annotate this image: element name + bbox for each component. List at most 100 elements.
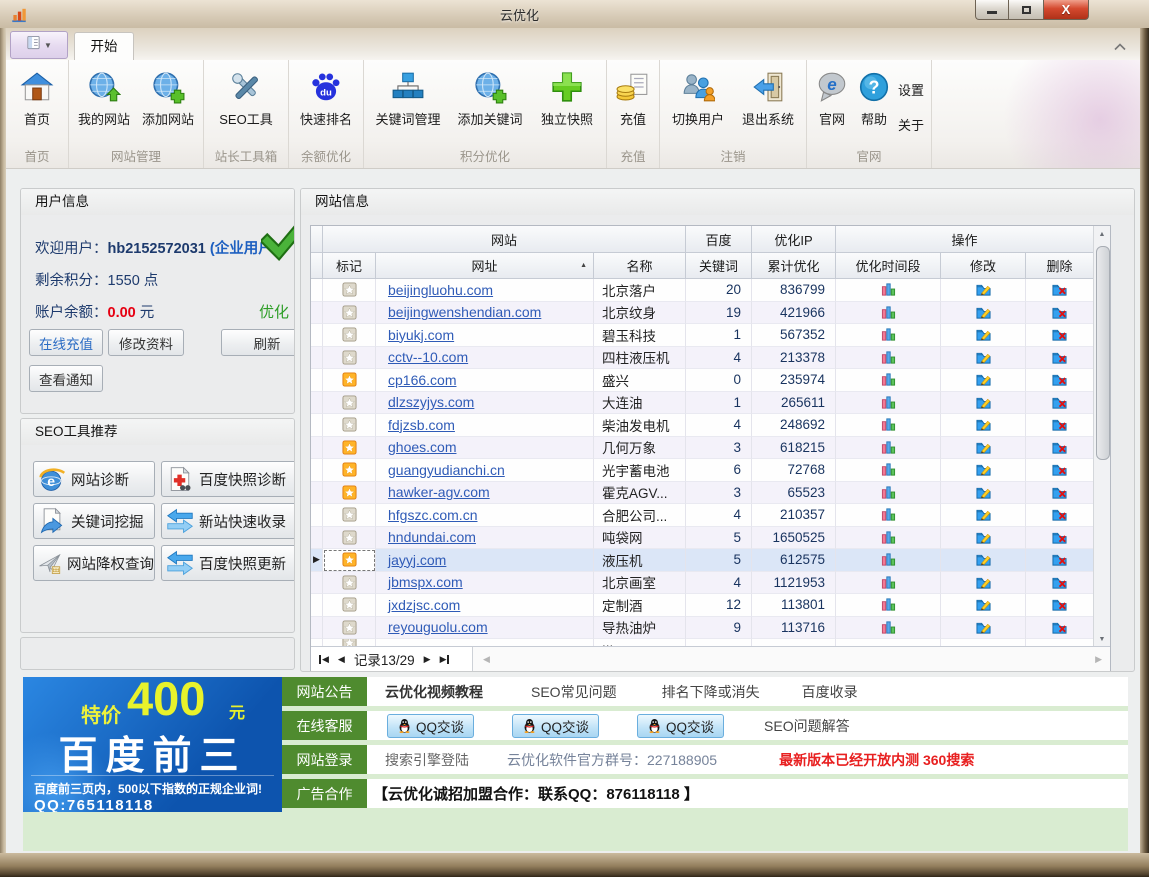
seo-tool-button-关键词挖掘[interactable]: 关键词挖掘	[33, 503, 155, 539]
delete-cell[interactable]	[1026, 279, 1094, 302]
edit-cell[interactable]	[941, 279, 1026, 302]
time-chart-cell[interactable]	[836, 482, 941, 505]
column-header[interactable]: 累计优化	[752, 253, 836, 279]
delete-cell[interactable]	[1026, 617, 1094, 640]
seo-tool-button-百度快照更新[interactable]: 百度快照更新	[161, 545, 295, 581]
login-item[interactable]: 搜索引擎登陆	[385, 750, 469, 770]
table-row[interactable]: beijingwenshendian.com北京纹身19421966	[311, 302, 1110, 325]
delete-cell[interactable]	[1026, 504, 1094, 527]
announce-link[interactable]: SEO常见问题	[531, 682, 617, 702]
star-flag-cell[interactable]	[323, 437, 376, 460]
time-chart-cell[interactable]	[836, 369, 941, 392]
star-flag-cell[interactable]	[323, 414, 376, 437]
delete-cell[interactable]	[1026, 572, 1094, 595]
delete-cell[interactable]	[1026, 347, 1094, 370]
table-row[interactable]: hfgszc.com.cn合肥公司...4210357	[311, 504, 1110, 527]
column-header[interactable]: 标记	[323, 253, 376, 279]
seo-tool-button-网站降权查询[interactable]: 网站降权查询	[33, 545, 155, 581]
star-flag-cell[interactable]	[323, 504, 376, 527]
prev-page-button[interactable]: ◀	[338, 654, 345, 665]
vertical-scrollbar[interactable]: ▲▼	[1093, 226, 1110, 647]
edit-cell[interactable]	[941, 302, 1026, 325]
star-flag-cell[interactable]	[323, 527, 376, 550]
edit-cell[interactable]	[941, 617, 1026, 640]
tab-start[interactable]: 开始	[74, 32, 134, 61]
table-row[interactable]: cctv--10.com四柱液压机4213378	[311, 347, 1110, 370]
seo-tool-button-网站诊断[interactable]: e网站诊断	[33, 461, 155, 497]
last-page-button[interactable]: ▶	[440, 654, 450, 665]
site-url-cell[interactable]: biyukj.com	[376, 324, 594, 347]
hscroll-right-icon[interactable]: ▶	[1095, 654, 1102, 665]
time-chart-cell[interactable]	[836, 594, 941, 617]
column-header[interactable]: 百度	[686, 226, 752, 253]
star-flag-cell[interactable]	[323, 459, 376, 482]
ribbon-button-添加关键词[interactable]: 添加关键词	[449, 66, 531, 128]
site-url-cell[interactable]: jayyj.com	[376, 549, 594, 572]
qq-chat-button[interactable]: QQ交谈	[637, 714, 724, 738]
close-button[interactable]: X	[1043, 0, 1089, 20]
ribbon-button-快速排名[interactable]: du快速排名	[292, 66, 360, 128]
ribbon-button-添加网站[interactable]: 添加网站	[136, 66, 200, 128]
next-page-button[interactable]: ▶	[424, 654, 431, 665]
star-flag-cell[interactable]	[323, 594, 376, 617]
edit-cell[interactable]	[941, 369, 1026, 392]
table-row[interactable]: ▶jayyj.com液压机5612575	[311, 549, 1110, 572]
delete-cell[interactable]	[1026, 482, 1094, 505]
table-row[interactable]: jxdzjsc.com定制酒12113801	[311, 594, 1110, 617]
time-chart-cell[interactable]	[836, 549, 941, 572]
column-header[interactable]: 优化IP	[752, 226, 836, 253]
time-chart-cell[interactable]	[836, 392, 941, 415]
time-chart-cell[interactable]	[836, 617, 941, 640]
time-chart-cell[interactable]	[836, 279, 941, 302]
delete-cell[interactable]	[1026, 594, 1094, 617]
ribbon-button-设置[interactable]: 设置	[894, 78, 928, 101]
column-header[interactable]: 网址▲	[376, 253, 594, 279]
table-row[interactable]: reyouguolu.com导热油炉9113716	[311, 617, 1110, 640]
view-notice-button[interactable]: 查看通知	[29, 365, 103, 392]
site-url-cell[interactable]: beijingluohu.com	[376, 279, 594, 302]
seo-tool-button-百度快照诊断[interactable]: 百度快照诊断	[161, 461, 295, 497]
edit-cell[interactable]	[941, 347, 1026, 370]
edit-cell[interactable]	[941, 572, 1026, 595]
first-page-button[interactable]: ◀	[319, 654, 329, 665]
site-url-cell[interactable]: hndundai.com	[376, 527, 594, 550]
delete-cell[interactable]	[1026, 392, 1094, 415]
scrollbar-thumb[interactable]	[1096, 246, 1110, 460]
edit-profile-button[interactable]: 修改资料	[108, 329, 184, 356]
site-url-cell[interactable]: hawker-agv.com	[376, 482, 594, 505]
site-url-cell[interactable]: ghoes.com	[376, 437, 594, 460]
edit-cell[interactable]	[941, 324, 1026, 347]
star-flag-cell[interactable]	[323, 617, 376, 640]
ribbon-button-首页[interactable]: 首页	[9, 66, 65, 128]
star-flag-cell[interactable]	[323, 302, 376, 325]
delete-cell[interactable]	[1026, 414, 1094, 437]
ribbon-button-关于[interactable]: 关于	[894, 113, 928, 136]
table-row[interactable]: guangyudianchi.cn光宇蓄电池672768	[311, 459, 1110, 482]
table-row[interactable]: ghoes.com几何万象3618215	[311, 437, 1110, 460]
hscroll-left-icon[interactable]: ◀	[483, 654, 490, 665]
ribbon-button-帮助[interactable]: ?帮助	[854, 66, 894, 128]
time-chart-cell[interactable]	[836, 414, 941, 437]
star-flag-cell[interactable]	[323, 369, 376, 392]
seo-answer-link[interactable]: SEO问题解答	[764, 716, 850, 736]
column-header[interactable]: 网站	[323, 226, 686, 253]
time-chart-cell[interactable]	[836, 572, 941, 595]
refresh-button[interactable]: 刷新	[221, 329, 295, 356]
site-url-cell[interactable]: cp166.com	[376, 369, 594, 392]
site-url-cell[interactable]: jxdzjsc.com	[376, 594, 594, 617]
delete-cell[interactable]	[1026, 459, 1094, 482]
edit-cell[interactable]	[941, 594, 1026, 617]
table-row[interactable]: biyukj.com碧玉科技1567352	[311, 324, 1110, 347]
announce-link[interactable]: 云优化视频教程	[385, 682, 483, 702]
star-flag-cell[interactable]	[323, 347, 376, 370]
site-url-cell[interactable]: cctv--10.com	[376, 347, 594, 370]
time-chart-cell[interactable]	[836, 324, 941, 347]
column-header[interactable]: 优化时间段	[836, 253, 941, 279]
maximize-button[interactable]	[1009, 0, 1043, 20]
column-header[interactable]	[311, 226, 323, 253]
time-chart-cell[interactable]	[836, 459, 941, 482]
ribbon-button-充值[interactable]: 充值	[610, 66, 656, 128]
ribbon-button-退出系统[interactable]: 退出系统	[733, 66, 803, 128]
scroll-down-icon[interactable]: ▼	[1094, 631, 1110, 647]
column-header[interactable]: 删除	[1026, 253, 1094, 279]
